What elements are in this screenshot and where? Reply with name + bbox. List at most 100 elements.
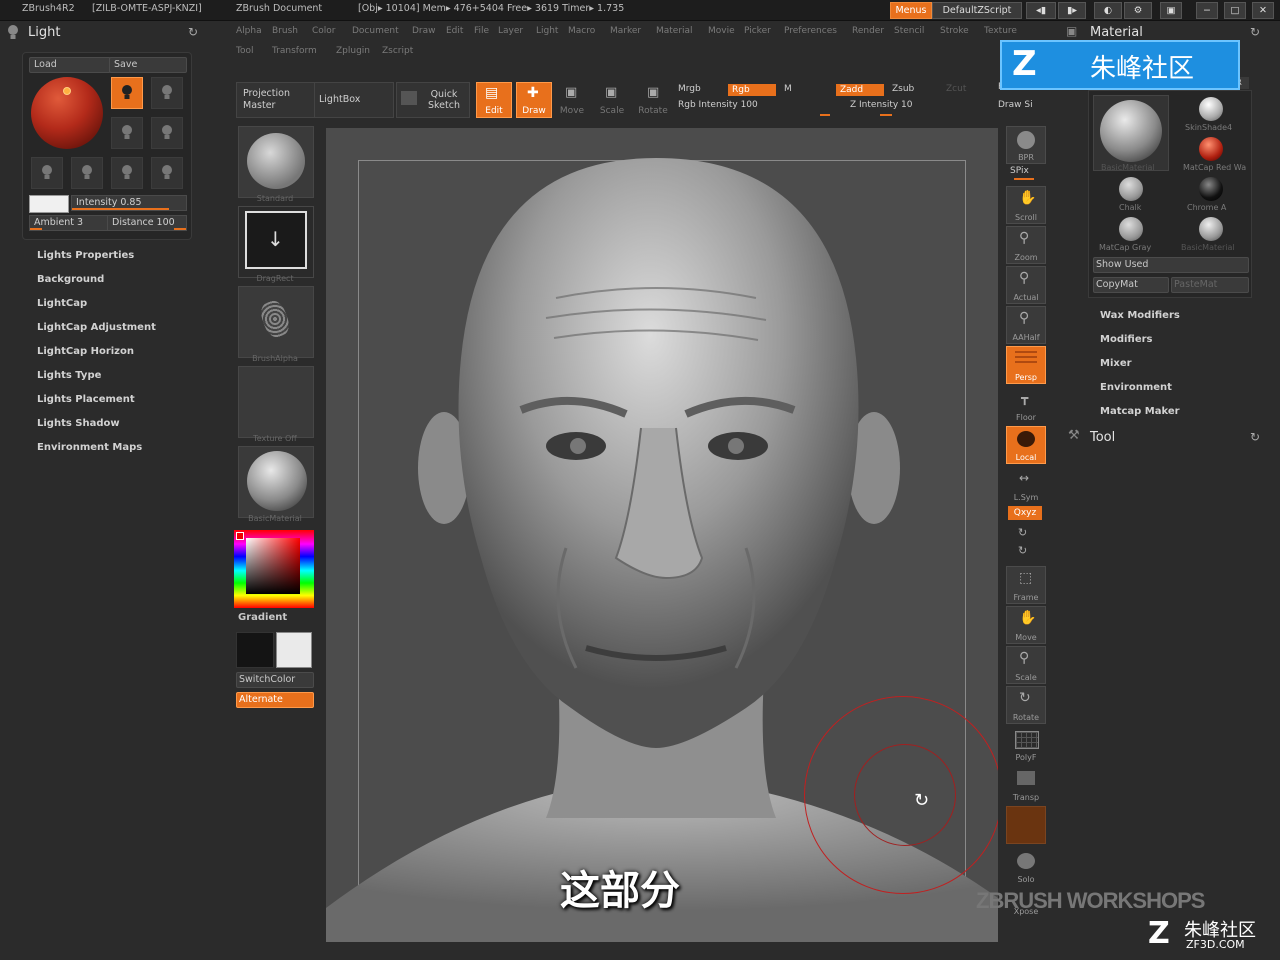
menu-picker[interactable]: Picker xyxy=(744,26,771,36)
menu-alpha[interactable]: Alpha xyxy=(236,26,262,36)
menu-edit[interactable]: Edit xyxy=(446,26,463,36)
main-color-swatch[interactable] xyxy=(236,632,274,668)
alpha-tile[interactable] xyxy=(238,286,314,358)
matcap-gray-ball-icon[interactable] xyxy=(1119,217,1143,241)
menu-brush[interactable]: Brush xyxy=(272,26,298,36)
y-axis-icon[interactable]: ↻ xyxy=(1018,526,1027,539)
tool-refresh-icon[interactable]: ↻ xyxy=(1250,430,1260,444)
mrgb-toggle[interactable]: Mrgb xyxy=(678,84,701,94)
light-5-icon[interactable] xyxy=(31,157,63,189)
mixer-item[interactable]: Mixer xyxy=(1100,358,1132,369)
light-6-icon[interactable] xyxy=(71,157,103,189)
xyz-toggle[interactable]: Qxyz xyxy=(1008,506,1042,520)
m-toggle[interactable]: M xyxy=(784,84,792,94)
lightcap-item[interactable]: LightCap xyxy=(37,298,87,309)
zsub-toggle[interactable]: Zsub xyxy=(892,84,914,94)
lights-properties-item[interactable]: Lights Properties xyxy=(37,250,134,261)
z-intensity-slider[interactable]: Z Intensity 10 xyxy=(848,100,1004,116)
draw-button[interactable]: ✚ Draw xyxy=(516,82,552,118)
ghost-button[interactable] xyxy=(1006,806,1046,844)
light-save-button[interactable]: Save xyxy=(109,57,187,73)
matcap-maker-item[interactable]: Matcap Maker xyxy=(1100,406,1180,417)
light-7-icon[interactable] xyxy=(111,157,143,189)
modifiers-item[interactable]: Modifiers xyxy=(1100,334,1153,345)
menu-stencil[interactable]: Stencil xyxy=(894,26,924,36)
copymat-button[interactable]: CopyMat xyxy=(1093,277,1169,293)
distance-slider[interactable]: Distance 100 xyxy=(107,215,187,231)
light-preview-sphere[interactable] xyxy=(31,77,103,149)
brush-tile[interactable] xyxy=(238,126,314,198)
lightbox-button[interactable]: LightBox xyxy=(314,82,394,118)
minimize-icon[interactable]: − xyxy=(1196,2,1218,19)
scale-button[interactable]: ▣ Scale xyxy=(596,82,628,118)
menu-layer[interactable]: Layer xyxy=(498,26,523,36)
tool-palette-header[interactable]: ⚒ Tool ↻ xyxy=(1066,428,1272,448)
zadd-toggle[interactable]: Zadd xyxy=(836,84,884,96)
secondary-color-swatch[interactable] xyxy=(276,632,312,668)
rotate-view-button[interactable]: ↻ Rotate xyxy=(1006,686,1046,724)
lightcap-horizon-item[interactable]: LightCap Horizon xyxy=(37,346,134,357)
material-tile[interactable] xyxy=(238,446,314,518)
close-icon[interactable]: ✕ xyxy=(1252,2,1274,19)
chalk-ball-icon[interactable] xyxy=(1119,177,1143,201)
menu-tool[interactable]: Tool xyxy=(236,46,253,56)
z-axis-icon[interactable]: ↻ xyxy=(1018,544,1027,557)
material-refresh-icon[interactable]: ↻ xyxy=(1250,25,1260,39)
menu-transform[interactable]: Transform xyxy=(272,46,317,56)
light-8-icon[interactable] xyxy=(151,157,183,189)
menus-button[interactable]: Menus xyxy=(890,2,932,19)
light-load-button[interactable]: Load xyxy=(29,57,111,73)
bpr-button[interactable]: BPR xyxy=(1006,126,1046,164)
intensity-slider[interactable]: Intensity 0.85 xyxy=(71,195,187,211)
menu-marker[interactable]: Marker xyxy=(610,26,641,36)
skinshade4-ball-icon[interactable] xyxy=(1199,97,1223,121)
move-view-button[interactable]: ✋ Move xyxy=(1006,606,1046,644)
edit-button[interactable]: ▤ Edit xyxy=(476,82,512,118)
light-position-marker[interactable] xyxy=(63,87,71,95)
wax-modifiers-item[interactable]: Wax Modifiers xyxy=(1100,310,1180,321)
menu-preferences[interactable]: Preferences xyxy=(784,26,837,36)
restore-icon[interactable]: □ xyxy=(1224,2,1246,19)
color-saturation-square[interactable] xyxy=(246,538,300,594)
move-button[interactable]: ▣ Move xyxy=(556,82,588,118)
local-button[interactable]: Local xyxy=(1006,426,1046,464)
layout-icon[interactable]: ◂▮ xyxy=(1026,2,1056,19)
light-4-icon[interactable] xyxy=(151,117,183,149)
palette-refresh-icon[interactable]: ↻ xyxy=(188,25,198,39)
spix-slider[interactable]: SPix xyxy=(1010,166,1029,176)
polyf-button[interactable]: PolyF xyxy=(1006,726,1046,764)
menu-light[interactable]: Light xyxy=(536,26,558,36)
actual-button[interactable]: ⚲ Actual xyxy=(1006,266,1046,304)
light-3-icon[interactable] xyxy=(111,117,143,149)
rgb-intensity-slider[interactable]: Rgb Intensity 100 xyxy=(676,100,832,116)
menu-macro[interactable]: Macro xyxy=(568,26,595,36)
layout-icon-2[interactable]: ▮▸ xyxy=(1058,2,1086,19)
floor-button[interactable]: ┳ Floor xyxy=(1006,386,1046,424)
menu-file[interactable]: File xyxy=(474,26,489,36)
menu-render[interactable]: Render xyxy=(852,26,884,36)
material-current-tile[interactable] xyxy=(1093,95,1169,171)
rotate-button[interactable]: ▣ Rotate xyxy=(636,82,670,118)
persp-button[interactable]: Persp xyxy=(1006,346,1046,384)
frame-button[interactable]: ⬚ Frame xyxy=(1006,566,1046,604)
ambient-slider[interactable]: Ambient 3 xyxy=(29,215,109,231)
rgb-toggle[interactable]: Rgb xyxy=(728,84,776,96)
chrome-a-ball-icon[interactable] xyxy=(1199,177,1223,201)
texture-tile[interactable] xyxy=(238,366,314,438)
menu-texture[interactable]: Texture xyxy=(984,26,1017,36)
solo-button[interactable]: Solo xyxy=(1006,848,1046,886)
basic-material-small-ball-icon[interactable] xyxy=(1199,217,1223,241)
matcap-red-wax-ball-icon[interactable] xyxy=(1199,137,1223,161)
menu-movie[interactable]: Movie xyxy=(708,26,735,36)
menu-zscript[interactable]: Zscript xyxy=(382,46,413,56)
light-color-swatch[interactable] xyxy=(29,195,69,213)
color-picker[interactable] xyxy=(234,530,314,608)
draw-size-slider[interactable]: Draw Si xyxy=(998,100,1033,110)
pastemat-button[interactable]: PasteMat xyxy=(1171,277,1249,293)
gradient-label[interactable]: Gradient xyxy=(238,612,287,623)
menu-zplugin[interactable]: Zplugin xyxy=(336,46,370,56)
menu-document[interactable]: Document xyxy=(352,26,399,36)
menu-draw[interactable]: Draw xyxy=(412,26,436,36)
lsym-button[interactable]: ↔ L.Sym xyxy=(1006,466,1046,504)
lights-shadow-item[interactable]: Lights Shadow xyxy=(37,418,120,429)
